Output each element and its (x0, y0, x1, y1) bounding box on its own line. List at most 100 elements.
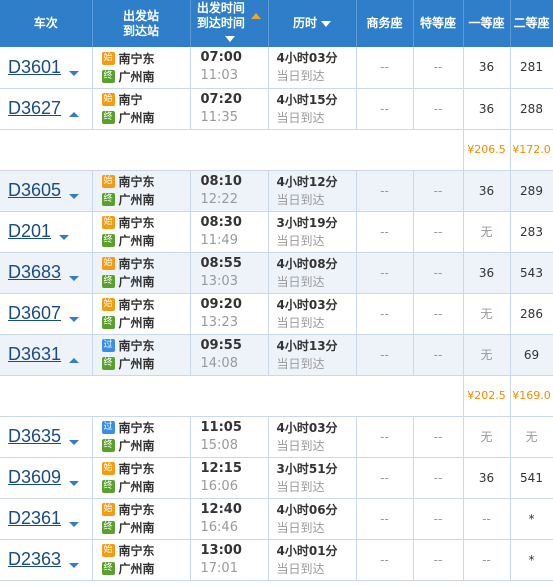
header-station[interactable]: 出发站 到达站 (92, 0, 191, 47)
train-row: D3627 始南宁终广州南 07:20 11:35 4小时15分 当日到达 -- -- 36 28… (0, 88, 553, 130)
expand-arrow-icon[interactable] (59, 235, 70, 240)
expand-arrow-icon[interactable] (69, 194, 80, 199)
seat-second[interactable]: 288 (510, 88, 553, 130)
arrival-time: 11:03 (200, 68, 238, 84)
expand-arrow-icon[interactable] (69, 440, 80, 445)
seat-first[interactable]: 无 (463, 211, 511, 253)
seat-second[interactable]: 69 (510, 334, 553, 376)
header-train[interactable]: 车次 (0, 0, 93, 47)
departure-badge-icon: 始 (101, 544, 115, 557)
header-special: 特等座 (413, 0, 464, 47)
duration-cell: 4小时03分 当日到达 (268, 293, 357, 335)
duration: 4小时06分 (276, 502, 338, 517)
seat-second[interactable]: 无 (510, 416, 553, 458)
header-duration[interactable]: 历时 (268, 0, 357, 47)
arrival-station: 广州南 (118, 69, 155, 84)
departure-time: 12:40 (200, 501, 242, 517)
price-first: ¥202.5 (463, 375, 511, 417)
seat-second[interactable]: 283 (510, 211, 553, 253)
seat-second[interactable]: 286 (510, 293, 553, 335)
duration-cell: 4小时13分 当日到达 (268, 334, 357, 376)
seat-second[interactable]: * (510, 498, 553, 540)
station-cell: 始南宁东终广州南 (92, 457, 191, 499)
duration-cell: 4小时15分 当日到达 (268, 88, 357, 130)
seat-first[interactable]: 36 (463, 457, 511, 499)
seat-second[interactable]: 289 (510, 170, 553, 212)
seat-first[interactable]: 无 (463, 334, 511, 376)
departure-badge-icon: 过 (101, 339, 115, 352)
seat-special: -- (413, 457, 464, 499)
seat-second[interactable]: 541 (510, 457, 553, 499)
sort-duration-icon[interactable] (321, 20, 331, 27)
header-first: 一等座 (463, 0, 511, 47)
expand-arrow-icon[interactable] (69, 481, 80, 486)
arrival-time: 16:06 (200, 478, 238, 494)
arrival-time: 11:49 (200, 232, 238, 248)
arrive-note: 当日到达 (276, 110, 325, 125)
duration: 4小时03分 (276, 297, 338, 312)
seat-special: -- (413, 88, 464, 130)
seat-business: -- (356, 211, 414, 253)
train-number-cell: D3627 (0, 88, 93, 130)
price-row: ¥206.5 ¥172.0 (0, 129, 553, 171)
expand-arrow-icon[interactable] (69, 563, 80, 568)
train-number-cell: D3609 (0, 457, 93, 499)
train-number-cell: D3683 (0, 252, 93, 294)
train-number-link[interactable]: D201 (8, 221, 51, 241)
sort-asc-icon[interactable] (251, 13, 262, 19)
train-row: D2363 始南宁东终广州南 13:00 17:01 4小时01分 当日到达 -- -- -- * (0, 539, 553, 581)
expand-arrow-icon[interactable] (69, 276, 80, 281)
arrival-time: 13:23 (200, 314, 238, 330)
departure-station: 南宁东 (118, 462, 155, 476)
expand-arrow-icon[interactable] (69, 317, 80, 322)
train-row: D3609 始南宁东终广州南 12:15 16:06 3小时51分 当日到达 -- -- 36 5… (0, 457, 553, 499)
seat-first[interactable]: 36 (463, 88, 511, 130)
train-number-link[interactable]: D2363 (8, 549, 61, 569)
train-number-link[interactable]: D3601 (8, 57, 61, 77)
seat-special: -- (413, 252, 464, 294)
sort-desc-icon[interactable] (225, 35, 235, 42)
train-number-link[interactable]: D3627 (8, 98, 61, 118)
seat-first[interactable]: -- (463, 539, 511, 581)
seat-first[interactable]: 36 (463, 47, 511, 89)
train-number-link[interactable]: D2361 (8, 508, 61, 528)
expand-arrow-icon[interactable] (69, 522, 80, 527)
train-number-link[interactable]: D3631 (8, 344, 61, 364)
header-second: 二等座 (510, 0, 553, 47)
price-second: ¥169.0 (510, 375, 553, 417)
header-station-dep: 出发站 (122, 8, 159, 23)
arrival-time: 13:03 (200, 273, 238, 289)
header-station-arr: 到达站 (122, 23, 159, 38)
time-cell: 08:10 12:22 (190, 170, 269, 212)
arrive-note: 当日到达 (276, 356, 325, 371)
departure-badge-icon: 始 (101, 175, 115, 188)
collapse-arrow-icon[interactable] (69, 112, 80, 117)
train-number-link[interactable]: D3683 (8, 262, 61, 282)
duration-cell: 3小时51分 当日到达 (268, 457, 357, 499)
train-results-table: 车次 出发站 到达站 出发时间 到达时间 历时 商务座 特等座 一等座 二等座 … (0, 0, 553, 581)
seat-first[interactable]: 无 (463, 416, 511, 458)
collapse-arrow-icon[interactable] (69, 358, 80, 363)
train-number-link[interactable]: D3635 (8, 426, 61, 446)
seat-first[interactable]: 36 (463, 252, 511, 294)
arrival-station: 广州南 (118, 234, 155, 248)
train-number-cell: D201 (0, 211, 93, 253)
seat-second[interactable]: 281 (510, 47, 553, 89)
time-cell: 09:55 14:08 (190, 334, 269, 376)
arrive-note: 当日到达 (276, 561, 325, 576)
price-first: ¥206.5 (463, 129, 511, 171)
terminal-badge-icon: 终 (101, 562, 115, 575)
train-number-link[interactable]: D3605 (8, 180, 61, 200)
train-number-link[interactable]: D3609 (8, 467, 61, 487)
train-number-link[interactable]: D3607 (8, 303, 61, 323)
seat-second[interactable]: 543 (510, 252, 553, 294)
seat-first[interactable]: -- (463, 498, 511, 540)
header-time[interactable]: 出发时间 到达时间 (190, 0, 269, 47)
seat-second[interactable]: * (510, 539, 553, 581)
seat-first[interactable]: 无 (463, 293, 511, 335)
header-time-arr: 到达时间 (196, 16, 245, 30)
expand-arrow-icon[interactable] (69, 70, 80, 76)
seat-first[interactable]: 36 (463, 170, 511, 212)
departure-badge-icon: 始 (101, 257, 115, 270)
train-number-cell: D2363 (0, 539, 93, 581)
